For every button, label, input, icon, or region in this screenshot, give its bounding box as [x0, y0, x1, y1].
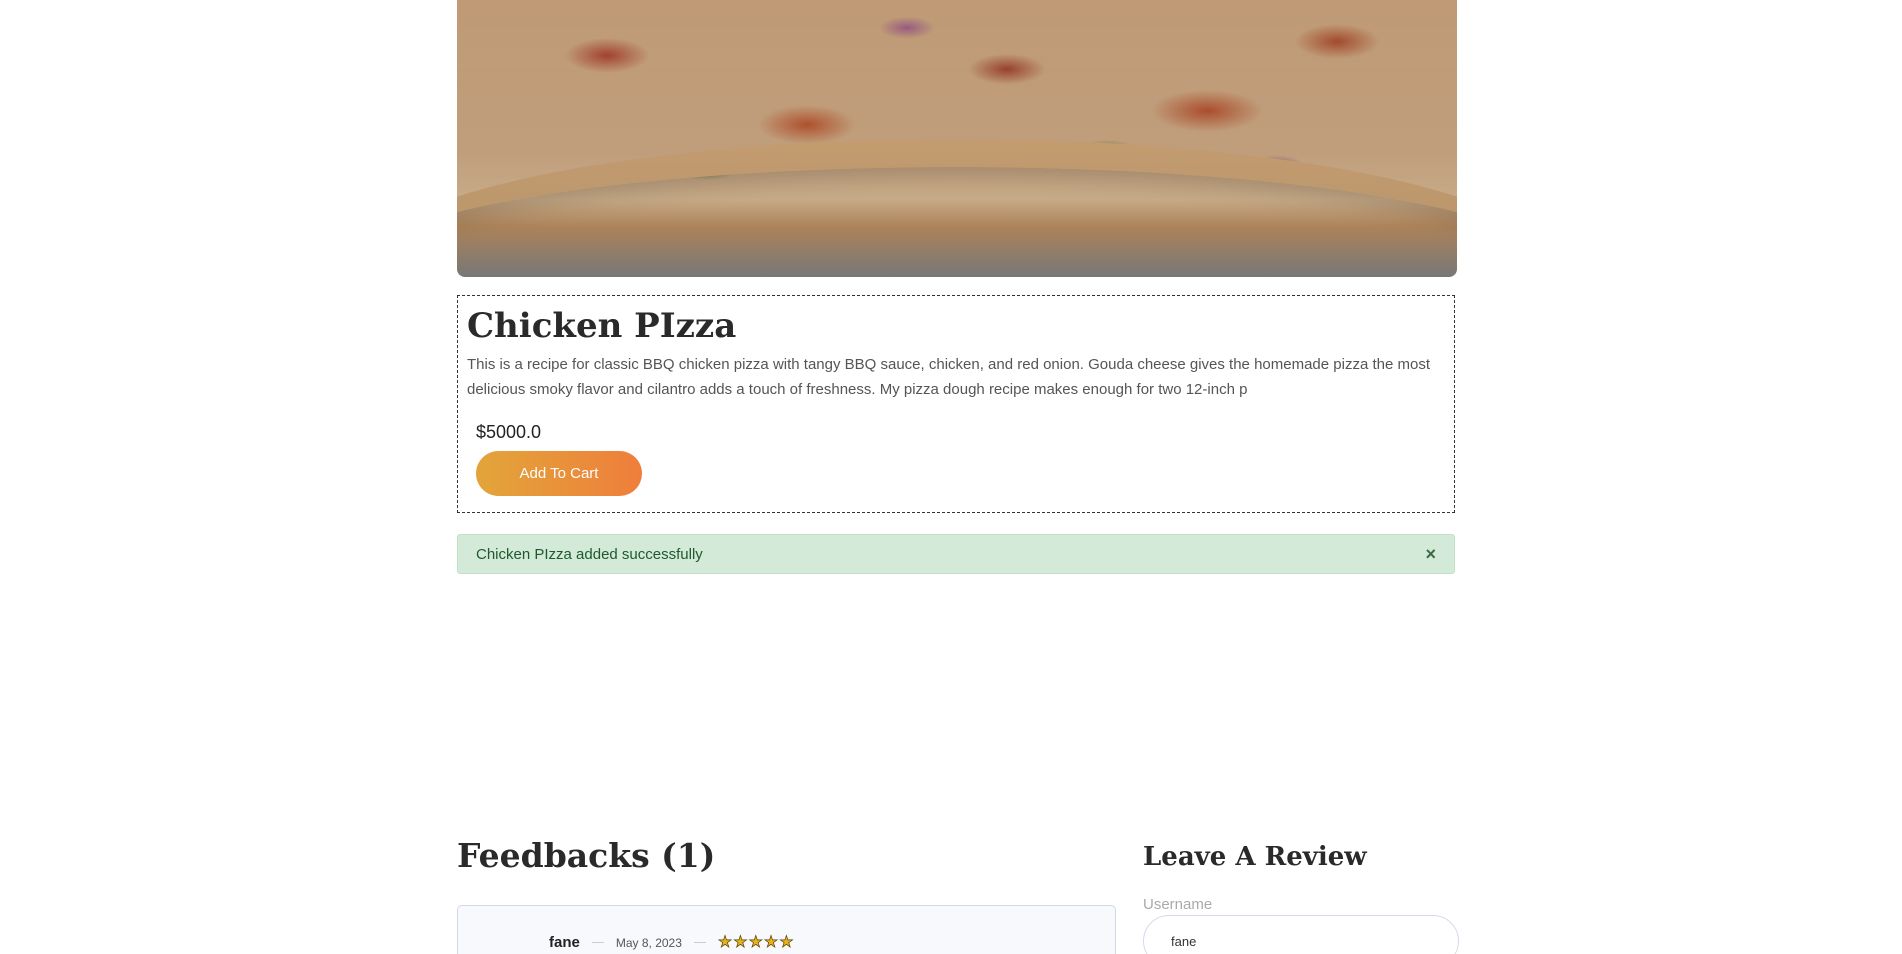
product-image — [457, 0, 1457, 277]
star-icon: ★ — [733, 933, 748, 951]
feedback-date: May 8, 2023 — [615, 935, 682, 950]
add-to-cart-button[interactable]: Add To Cart — [476, 451, 642, 496]
rating-stars: ★ ★ ★ ★ ★ — [717, 933, 794, 951]
product-price: $5000.0 — [476, 422, 542, 442]
username-input[interactable] — [1143, 915, 1459, 954]
product-description: This is a recipe for classic BBQ chicken… — [467, 356, 1430, 398]
star-icon: ★ — [748, 933, 763, 951]
separator — [591, 942, 604, 943]
star-icon: ★ — [763, 933, 779, 951]
success-alert: Chicken PIzza added successfully × — [457, 534, 1455, 574]
feedback-meta: fane May 8, 2023 ★ ★ ★ ★ ★ — [549, 934, 794, 951]
alert-message: Chicken PIzza added successfully — [476, 545, 703, 563]
review-form-title: Leave A Review — [1143, 842, 1367, 872]
separator — [693, 942, 706, 943]
feedback-username: fane — [549, 934, 580, 951]
product-details: Chicken PIzza This is a recipe for class… — [457, 295, 1455, 513]
feedbacks-title: Feedbacks (1) — [457, 836, 716, 875]
feedback-item: fane May 8, 2023 ★ ★ ★ ★ ★ — [457, 905, 1116, 954]
product-title: Chicken PIzza — [467, 306, 737, 346]
star-icon: ★ — [779, 933, 794, 951]
close-icon[interactable]: × — [1425, 544, 1436, 565]
product-page: Chicken PIzza This is a recipe for class… — [0, 0, 1902, 954]
star-icon: ★ — [717, 933, 733, 951]
username-label: Username — [1143, 896, 1213, 913]
